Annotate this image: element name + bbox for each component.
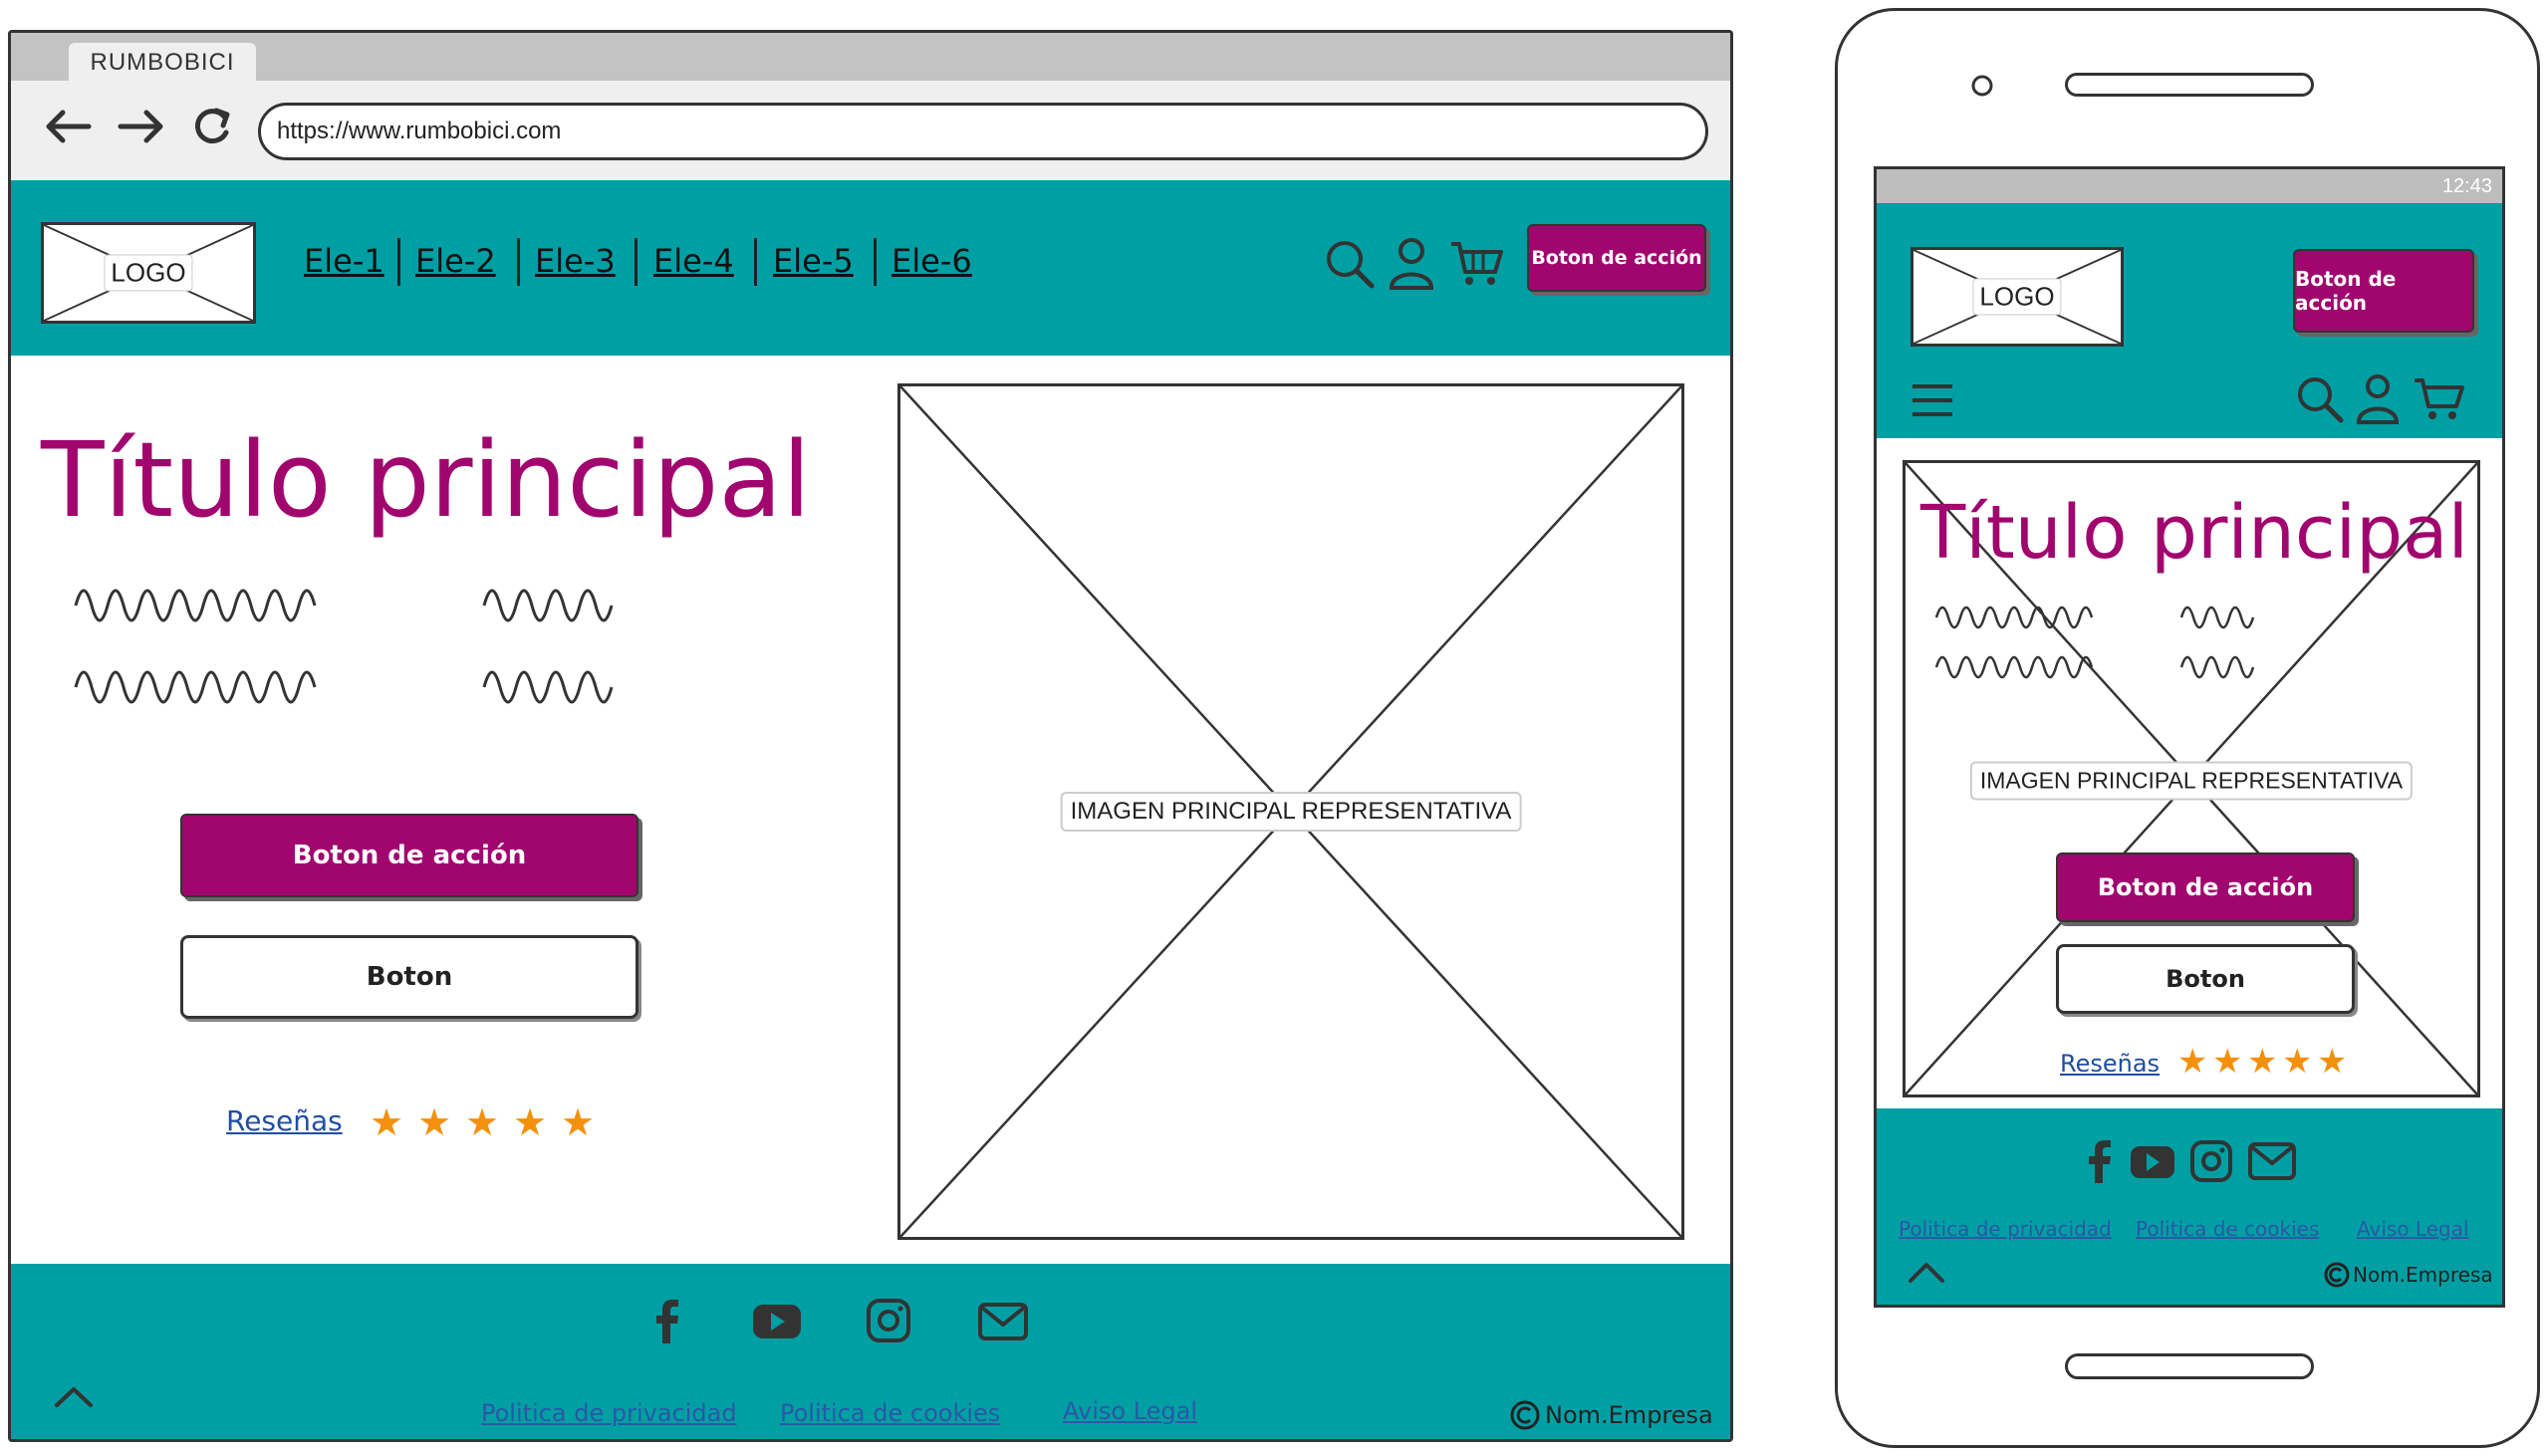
address-bar[interactable]: https://www.rumbobici.com	[258, 103, 1708, 160]
star-icon: ★	[465, 1102, 500, 1144]
status-bar: 12:43	[1877, 169, 2502, 203]
cart-icon[interactable]	[1449, 238, 1505, 288]
nav-item-1[interactable]: Ele-1	[304, 242, 384, 280]
mobile-secondary-button[interactable]: Boton	[2056, 944, 2355, 1014]
mobile-reviews-link[interactable]: Reseñas	[2060, 1050, 2160, 1078]
mobile-logo[interactable]: LOGO	[1911, 247, 2124, 347]
chevron-up-icon[interactable]	[53, 1383, 95, 1409]
mobile-primary-action-button[interactable]: Boton de acción	[2056, 852, 2355, 922]
nav-item-4[interactable]: Ele-4	[653, 242, 734, 280]
mobile-logo-label: LOGO	[1972, 278, 2062, 316]
home-bar[interactable]	[2065, 1353, 2314, 1379]
nav-divider	[517, 238, 520, 286]
header-cta-button[interactable]: Boton de acción	[1527, 224, 1706, 292]
nav-divider	[635, 238, 637, 286]
arrow-left-icon[interactable]	[39, 107, 95, 146]
reload-icon[interactable]	[190, 105, 234, 148]
instagram-icon[interactable]	[866, 1298, 911, 1343]
mobile-page-title: Título principal	[1920, 490, 2469, 576]
mobile-header-cta-button[interactable]: Boton de acción	[2293, 249, 2474, 333]
mobile-device-frame: 12:43 LOGO Boton de acción Título princi…	[1835, 8, 2540, 1448]
youtube-icon[interactable]	[752, 1304, 802, 1339]
facebook-icon[interactable]	[652, 1296, 682, 1345]
nav-item-5[interactable]: Ele-5	[773, 242, 854, 280]
secondary-button[interactable]: Boton	[180, 935, 638, 1019]
mobile-cart-icon[interactable]	[2413, 374, 2466, 422]
nav-item-6[interactable]: Ele-6	[892, 242, 972, 280]
footer-link-cookies[interactable]: Politica de cookies	[780, 1399, 1000, 1427]
star-icon: ★	[2317, 1043, 2348, 1081]
star-icon: ★	[370, 1102, 404, 1144]
mobile-copyright-text: Nom.Empresa	[2353, 1263, 2493, 1287]
nav-divider	[397, 238, 400, 286]
star-icon: ★	[2282, 1043, 2313, 1081]
star-icon: ★	[561, 1102, 596, 1144]
search-icon[interactable]	[1324, 238, 1376, 290]
copyright-text: Nom.Empresa	[1545, 1401, 1713, 1429]
page-title: Título principal	[41, 419, 811, 541]
mobile-footer-link-privacy[interactable]: Politica de privacidad	[1899, 1217, 2112, 1241]
arrow-right-icon[interactable]	[115, 107, 170, 146]
speaker-slot	[2065, 73, 2314, 97]
star-icon: ★	[2212, 1043, 2243, 1081]
mobile-youtube-icon[interactable]	[2130, 1145, 2175, 1179]
mobile-search-icon[interactable]	[2295, 374, 2345, 424]
star-icon: ★	[2247, 1043, 2278, 1081]
mobile-chevron-up-icon[interactable]	[1907, 1259, 1946, 1285]
nav-divider	[754, 238, 757, 286]
mobile-mail-icon[interactable]	[2247, 1141, 2297, 1181]
mobile-screen: 12:43 LOGO Boton de acción Título princi…	[1874, 166, 2505, 1308]
mobile-copyright-icon	[2324, 1262, 2350, 1288]
text-placeholder-scribble	[74, 589, 614, 704]
mobile-facebook-icon[interactable]	[2086, 1137, 2114, 1185]
status-time: 12:43	[2441, 175, 2492, 197]
mobile-user-icon[interactable]	[2355, 372, 2401, 424]
mobile-instagram-icon[interactable]	[2189, 1139, 2233, 1183]
user-icon[interactable]	[1388, 236, 1435, 290]
desktop-browser-window: RUMBOBICI https://www.rumbobici.com LOGO…	[8, 30, 1733, 1442]
nav-item-2[interactable]: Ele-2	[415, 242, 496, 280]
copyright-icon	[1510, 1400, 1540, 1430]
nav-divider	[874, 238, 877, 286]
browser-tab-strip	[11, 33, 1730, 81]
footer-link-privacy[interactable]: Politica de privacidad	[481, 1399, 737, 1427]
star-icon: ★	[513, 1102, 548, 1144]
mobile-text-placeholder-scribble	[1934, 606, 2255, 679]
browser-tab[interactable]: RUMBOBICI	[69, 43, 256, 83]
front-camera	[1971, 75, 1993, 97]
star-icon: ★	[417, 1102, 452, 1144]
mobile-footer-link-cookies[interactable]: Politica de cookies	[2136, 1217, 2319, 1241]
mail-icon[interactable]	[977, 1302, 1029, 1341]
footer-link-legal[interactable]: Aviso Legal	[1063, 1397, 1197, 1425]
logo-label: LOGO	[104, 254, 193, 292]
reviews-link[interactable]: Reseñas	[226, 1104, 343, 1137]
primary-action-button[interactable]: Boton de acción	[180, 814, 638, 897]
hero-image-placeholder: IMAGEN PRINCIPAL REPRESENTATIVA	[897, 383, 1684, 1240]
mobile-hero-image-label: IMAGEN PRINCIPAL REPRESENTATIVA	[1969, 761, 2414, 801]
star-icon: ★	[2177, 1043, 2208, 1081]
hero-image-label: IMAGEN PRINCIPAL REPRESENTATIVA	[1060, 792, 1522, 832]
nav-item-3[interactable]: Ele-3	[535, 242, 616, 280]
mobile-footer-link-legal[interactable]: Aviso Legal	[2357, 1217, 2469, 1241]
hamburger-menu-icon[interactable]	[1911, 380, 1954, 420]
logo[interactable]: LOGO	[41, 222, 256, 324]
